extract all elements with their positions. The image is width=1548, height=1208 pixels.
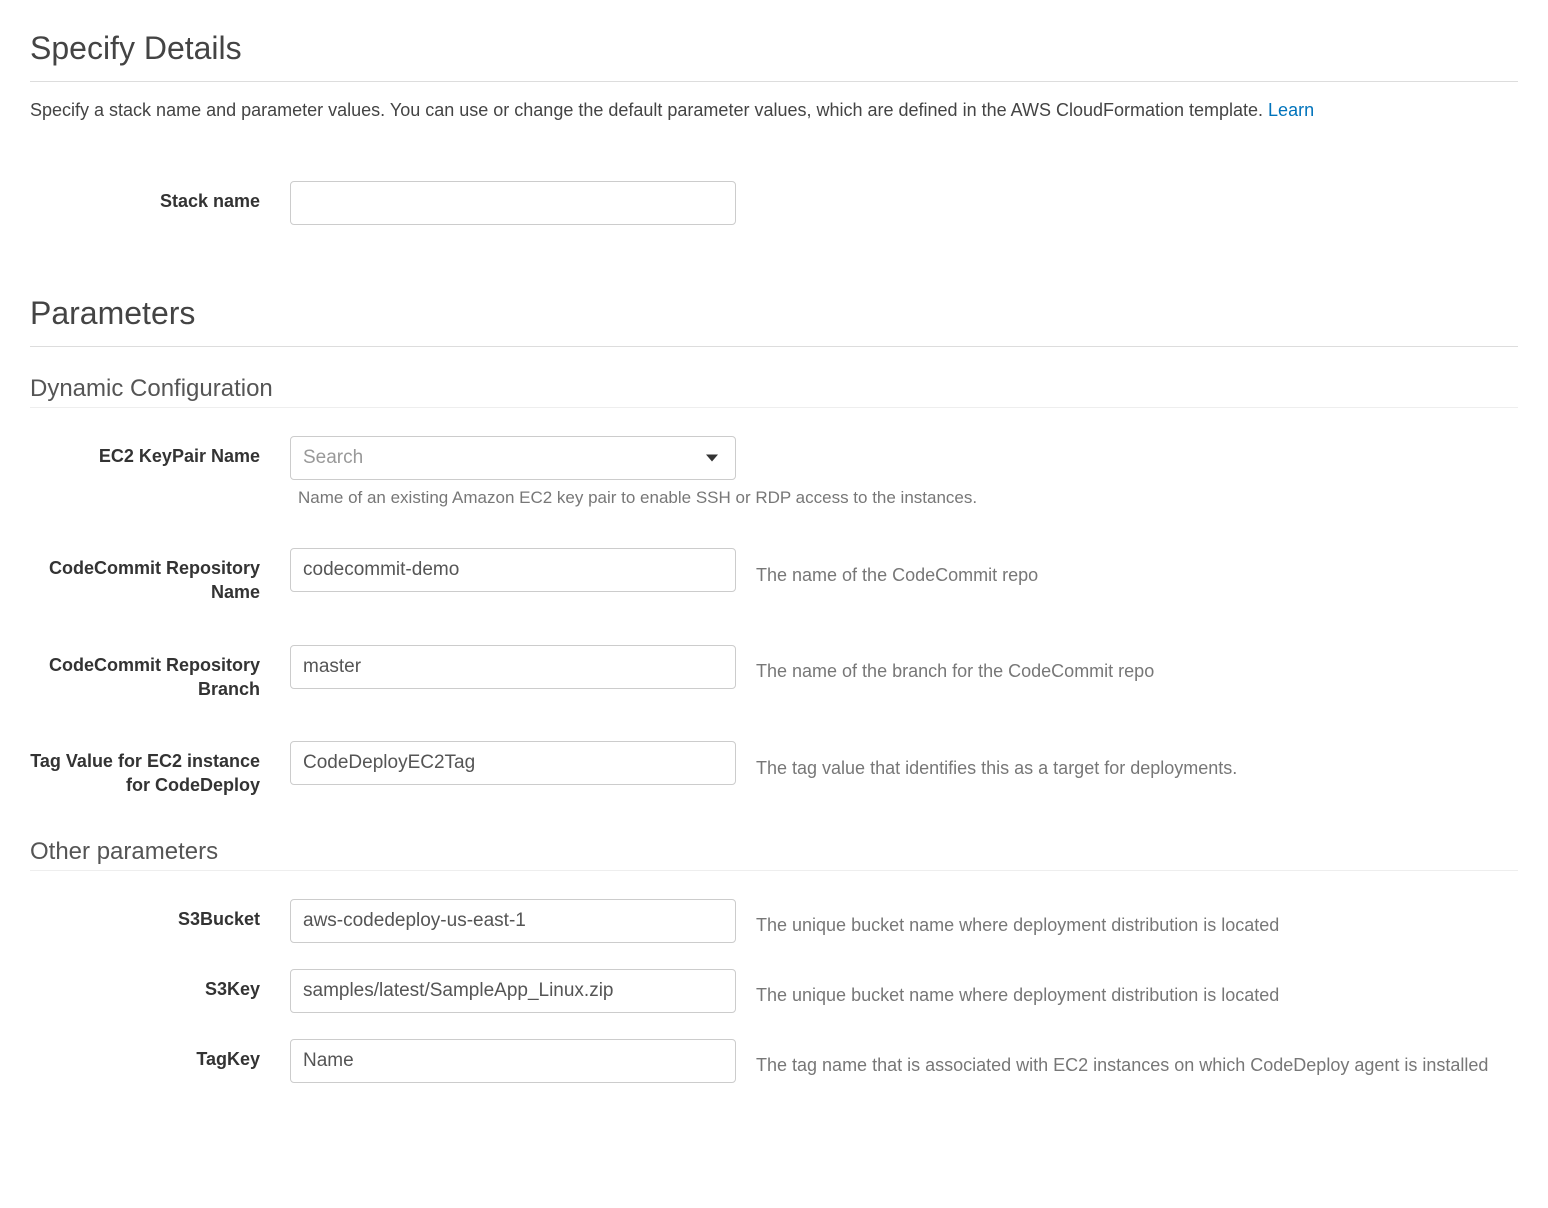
row-s3bucket: S3Bucket The unique bucket name where de… (30, 899, 1518, 943)
row-s3key: S3Key The unique bucket name where deplo… (30, 969, 1518, 1013)
other-params-heading: Other parameters (30, 838, 1518, 866)
page-title: Specify Details (30, 30, 1518, 67)
label-s3bucket: S3Bucket (30, 899, 290, 931)
label-s3key: S3Key (30, 969, 290, 1001)
help-tagkey: The tag name that is associated with EC2… (756, 1045, 1488, 1076)
intro-body: Specify a stack name and parameter value… (30, 100, 1268, 120)
s3bucket-input[interactable] (290, 899, 736, 943)
repo-name-input[interactable] (290, 548, 736, 592)
tag-value-input[interactable] (290, 741, 736, 785)
label-stack-name: Stack name (30, 181, 290, 213)
parameters-divider (30, 346, 1518, 347)
help-s3key: The unique bucket name where deployment … (756, 975, 1279, 1006)
intro-text: Specify a stack name and parameter value… (30, 100, 1518, 121)
help-tag-value: The tag value that identifies this as a … (756, 748, 1237, 779)
learn-link[interactable]: Learn (1268, 100, 1314, 120)
dynamic-config-heading: Dynamic Configuration (30, 375, 1518, 403)
title-divider (30, 81, 1518, 82)
label-tag-value: Tag Value for EC2 instance for CodeDeplo… (30, 741, 290, 798)
help-repo-name: The name of the CodeCommit repo (756, 555, 1038, 586)
label-repo-branch: CodeCommit Repository Branch (30, 645, 290, 702)
ec2-keypair-select[interactable]: Search (290, 436, 736, 480)
stack-name-input[interactable] (290, 181, 736, 225)
row-repo-branch: CodeCommit Repository Branch The name of… (30, 645, 1518, 702)
row-repo-name: CodeCommit Repository Name The name of t… (30, 548, 1518, 605)
label-ec2-keypair: EC2 KeyPair Name (30, 436, 290, 468)
other-params-divider (30, 870, 1518, 871)
tagkey-input[interactable] (290, 1039, 736, 1083)
label-tagkey: TagKey (30, 1039, 290, 1071)
row-stack-name: Stack name (30, 181, 1518, 225)
row-tag-value: Tag Value for EC2 instance for CodeDeplo… (30, 741, 1518, 798)
row-tagkey: TagKey The tag name that is associated w… (30, 1039, 1518, 1083)
parameters-heading: Parameters (30, 295, 1518, 332)
help-repo-branch: The name of the branch for the CodeCommi… (756, 651, 1154, 682)
row-ec2-keypair: EC2 KeyPair Name Search Name of an exist… (30, 436, 1518, 508)
repo-branch-input[interactable] (290, 645, 736, 689)
help-s3bucket: The unique bucket name where deployment … (756, 905, 1279, 936)
dynamic-config-divider (30, 407, 1518, 408)
s3key-input[interactable] (290, 969, 736, 1013)
label-repo-name: CodeCommit Repository Name (30, 548, 290, 605)
ec2-keypair-placeholder: Search (303, 447, 363, 469)
help-ec2-keypair: Name of an existing Amazon EC2 key pair … (298, 488, 977, 508)
